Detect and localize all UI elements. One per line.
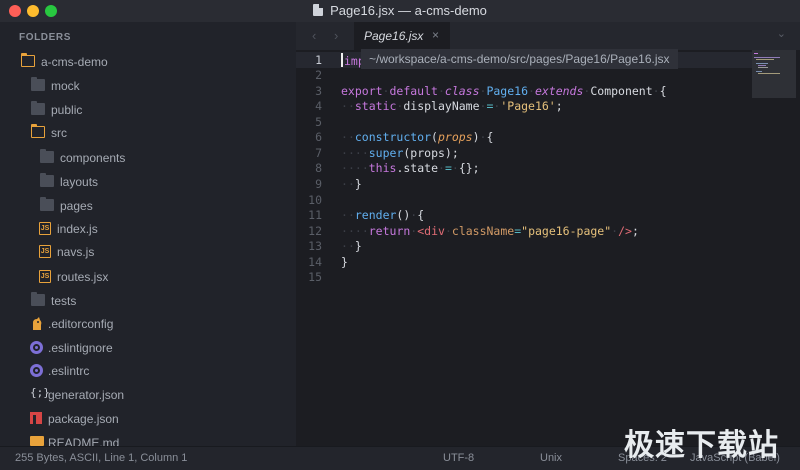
markdown-icon [30, 436, 44, 446]
title-bar: Page16.jsx — a-cms-demo [0, 0, 800, 22]
sidebar-item-label: mock [51, 79, 80, 93]
tab-close-button[interactable]: × [432, 28, 439, 42]
tab-back-button[interactable]: ‹ [312, 28, 316, 43]
folder-icon [31, 77, 45, 91]
document-icon [313, 4, 324, 16]
watermark-text: 极速下载站 [624, 428, 779, 463]
sidebar-item-label: .eslintignore [48, 341, 113, 355]
folders-heading: FOLDERS [19, 32, 71, 43]
sidebar-item-label: navs.js [57, 245, 95, 259]
js-file-icon: JS [39, 270, 51, 283]
line-number: 6 [315, 130, 322, 144]
sidebar-item-label: layouts [60, 175, 99, 189]
code-editor[interactable]: 1 2 3 4 5 6 7 8 9 10 11 12 13 14 15 impo… [296, 50, 800, 446]
line-number: 2 [315, 68, 322, 82]
sidebar-item-label: public [51, 103, 83, 117]
sidebar-item-label: src [51, 126, 67, 140]
line-number: 8 [315, 161, 322, 175]
code-line[interactable]: ····super(props); [341, 146, 459, 160]
folder-icon [31, 292, 45, 306]
minimap[interactable] [752, 50, 796, 98]
window-title-wrap: Page16.jsx — a-cms-demo [0, 3, 800, 18]
code-line[interactable]: ····this.state·=·{}; [341, 161, 480, 175]
line-number: 10 [308, 193, 322, 207]
sidebar-item-label: a-cms-demo [41, 55, 108, 69]
sidebar-item-label: .eslintrc [48, 364, 90, 378]
folder-icon [40, 173, 54, 187]
sidebar-item-label: README.md [48, 436, 120, 446]
tab-bar: ‹ › Page16.jsx × ⌄ [296, 22, 800, 50]
code-line[interactable]: ··static·displayName·=·'Page16'; [341, 99, 563, 113]
sidebar-item-label: routes.jsx [57, 270, 109, 284]
line-number: 11 [308, 208, 322, 222]
eslint-icon [30, 341, 43, 354]
line-number: 5 [315, 115, 322, 129]
sidebar-item-label: tests [51, 294, 77, 308]
tab-overflow-chevron-icon[interactable]: ⌄ [777, 27, 786, 40]
line-number: 15 [308, 270, 322, 284]
eslint-icon [30, 364, 43, 377]
line-endings-status[interactable]: Unix [540, 452, 562, 464]
code-line[interactable]: ··} [341, 177, 362, 191]
js-file-icon: JS [39, 245, 51, 258]
folder-icon [40, 149, 54, 163]
code-line[interactable]: ··render()·{ [341, 208, 424, 222]
editorconfig-icon [30, 317, 43, 330]
sidebar-item-label: package.json [48, 412, 119, 426]
sidebar: FOLDERS a-cms-demo mock public src compo… [0, 22, 296, 446]
code-line[interactable]: ··} [341, 239, 362, 253]
tab-forward-button[interactable]: › [334, 28, 338, 43]
folder-open-icon [20, 53, 35, 67]
folder-icon [31, 101, 45, 115]
sidebar-item-label: .editorconfig [48, 317, 114, 331]
line-number: 13 [308, 239, 322, 253]
line-number: 9 [315, 177, 322, 191]
encoding-status[interactable]: UTF-8 [443, 452, 474, 464]
line-number: 14 [308, 255, 322, 269]
tab-page16-jsx[interactable]: Page16.jsx × [354, 22, 450, 50]
code-line[interactable]: export·default·class·Page16·extends·Comp… [341, 84, 667, 98]
folder-open-icon [30, 124, 45, 138]
tab-label: Page16.jsx [364, 29, 424, 43]
line-number: 4 [315, 99, 322, 113]
code-line[interactable]: ··constructor(props)·{ [341, 130, 493, 144]
code-line[interactable]: } [341, 255, 348, 269]
line-number: 1 [315, 53, 322, 67]
line-number: 3 [315, 84, 322, 98]
json-icon: {;} [30, 386, 50, 399]
sidebar-item-label: pages [60, 199, 93, 213]
sidebar-item-label: index.js [57, 222, 98, 236]
line-number: 7 [315, 146, 322, 160]
window-title: Page16.jsx — a-cms-demo [330, 3, 487, 18]
file-info-status: 255 Bytes, ASCII, Line 1, Column 1 [15, 452, 188, 464]
npm-icon [30, 412, 42, 424]
line-number: 12 [308, 224, 322, 238]
file-path-tooltip: ~/workspace/a-cms-demo/src/pages/Page16/… [361, 49, 678, 69]
sidebar-item-label: generator.json [48, 388, 125, 402]
sidebar-item-label: components [60, 151, 126, 165]
code-line[interactable]: ····return·<div·className="page16-page"·… [341, 224, 639, 238]
js-file-icon: JS [39, 222, 51, 235]
folder-icon [40, 197, 54, 211]
